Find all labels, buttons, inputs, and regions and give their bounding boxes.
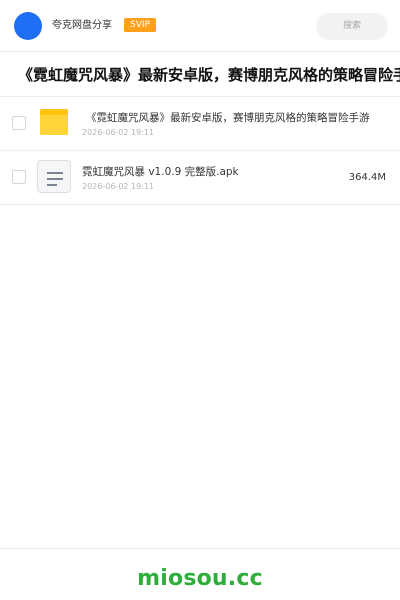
- document-icon: [37, 160, 71, 193]
- search-placeholder: 搜索: [342, 21, 361, 31]
- folder-icon: [40, 109, 68, 135]
- file-date: 2026-06-02 19:11: [82, 182, 155, 191]
- select-checkbox[interactable]: [12, 170, 26, 184]
- file-size: 364.4M: [348, 172, 386, 183]
- search-input[interactable]: 搜索: [316, 13, 388, 40]
- watermark-text: miosou.cc: [137, 566, 263, 591]
- footer-watermark: miosou.cc: [0, 548, 400, 600]
- file-date: 2026-06-02 19:11: [82, 128, 155, 137]
- app-name: 夸克网盘分享: [52, 20, 112, 31]
- share-title: 《霓虹魔咒风暴》最新安卓版，赛博朋克风格的策略冒险手游: [18, 66, 400, 84]
- file-row-folder[interactable]: 《霓虹魔咒风暴》最新安卓版，赛博朋克风格的策略冒险手游 2026-06-02 1…: [0, 97, 400, 151]
- share-title-bar: 《霓虹魔咒风暴》最新安卓版，赛博朋克风格的策略冒险手游: [0, 52, 400, 97]
- file-row-apk[interactable]: 霓虹魔咒风暴 v1.0.9 完整版.apk 2026-06-02 19:11 3…: [0, 151, 400, 205]
- avatar[interactable]: [14, 12, 42, 40]
- svip-badge: SVIP: [124, 18, 156, 32]
- select-checkbox[interactable]: [12, 116, 26, 130]
- top-bar: 夸克网盘分享 SVIP 搜索: [0, 0, 400, 52]
- file-name[interactable]: 《霓虹魔咒风暴》最新安卓版，赛博朋克风格的策略冒险手游: [86, 111, 370, 125]
- file-name[interactable]: 霓虹魔咒风暴 v1.0.9 完整版.apk: [82, 165, 372, 179]
